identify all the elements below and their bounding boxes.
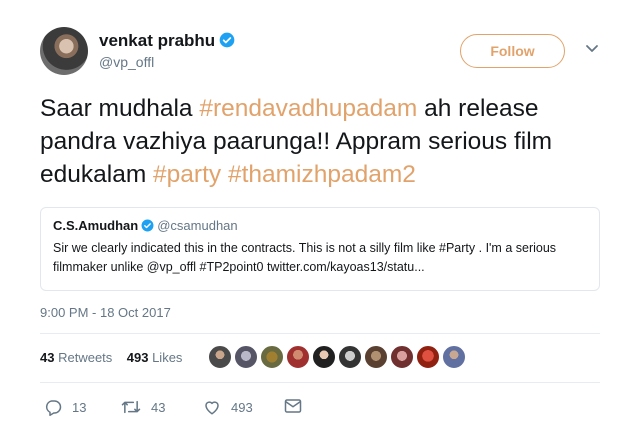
- like-button[interactable]: 493: [203, 398, 253, 416]
- liker-avatar[interactable]: [442, 345, 466, 369]
- quoted-tweet-text: Sir we clearly indicated this in the con…: [53, 241, 557, 274]
- engagement-stats: 43 Retweets 493 Likes: [40, 350, 182, 365]
- author-handle[interactable]: @vp_offl: [99, 54, 154, 70]
- liker-avatar[interactable]: [208, 345, 232, 369]
- reply-icon: [45, 400, 62, 416]
- divider: [40, 333, 600, 334]
- retweet-button[interactable]: 43: [121, 398, 165, 416]
- reply-button[interactable]: 13: [44, 398, 86, 416]
- liker-avatar[interactable]: [286, 345, 310, 369]
- quoted-author-handle: @csamudhan: [157, 218, 238, 233]
- retweets-stat[interactable]: 43 Retweets: [40, 350, 112, 365]
- retweet-icon: [121, 400, 141, 414]
- liker-avatar[interactable]: [234, 345, 258, 369]
- liker-avatar[interactable]: [260, 345, 284, 369]
- likes-stat[interactable]: 493 Likes: [127, 350, 183, 365]
- retweet-count: 43: [151, 399, 166, 415]
- quoted-author-name: C.S.Amudhan: [53, 218, 139, 233]
- tweet-text: Saar mudhala #rendavadhupadam ah release…: [40, 92, 620, 191]
- quoted-tweet-header: C.S.Amudhan @csamudhan: [53, 218, 587, 233]
- mail-icon: [284, 399, 302, 413]
- hashtag-link[interactable]: #rendavadhupadam: [199, 95, 417, 122]
- retweets-count: 43: [40, 350, 55, 365]
- retweets-label: Retweets: [58, 350, 113, 365]
- liker-avatar[interactable]: [390, 345, 414, 369]
- hashtag-link[interactable]: #thamizhpadam2: [228, 161, 416, 188]
- tweet-text-part: Saar mudhala: [40, 95, 200, 122]
- chevron-down-icon[interactable]: [585, 44, 599, 54]
- divider: [40, 382, 600, 383]
- hashtag-link[interactable]: #party: [153, 161, 221, 188]
- tweet-timestamp[interactable]: 9:00 PM - 18 Oct 2017: [40, 305, 171, 320]
- liker-avatar[interactable]: [338, 345, 362, 369]
- direct-message-button[interactable]: [284, 398, 312, 414]
- verified-badge-icon: [141, 219, 154, 232]
- likes-count: 493: [126, 350, 149, 365]
- likers-avatars: [208, 345, 468, 369]
- author-name-text[interactable]: venkat prabhu: [99, 31, 215, 50]
- tweet-text-part: [221, 161, 228, 188]
- likes-label: Likes: [152, 350, 183, 365]
- follow-button[interactable]: Follow: [460, 34, 565, 68]
- liker-avatar[interactable]: [312, 345, 336, 369]
- heart-icon: [205, 401, 219, 415]
- quoted-tweet-card[interactable]: C.S.Amudhan @csamudhan Sir we clearly ind…: [40, 207, 600, 291]
- reply-count: 13: [72, 399, 87, 415]
- like-count: 493: [231, 399, 253, 415]
- verified-badge-icon: [219, 32, 235, 48]
- author-avatar[interactable]: [40, 27, 88, 75]
- liker-avatar[interactable]: [416, 345, 440, 369]
- liker-avatar[interactable]: [364, 345, 388, 369]
- author-name[interactable]: venkat prabhu: [99, 31, 235, 51]
